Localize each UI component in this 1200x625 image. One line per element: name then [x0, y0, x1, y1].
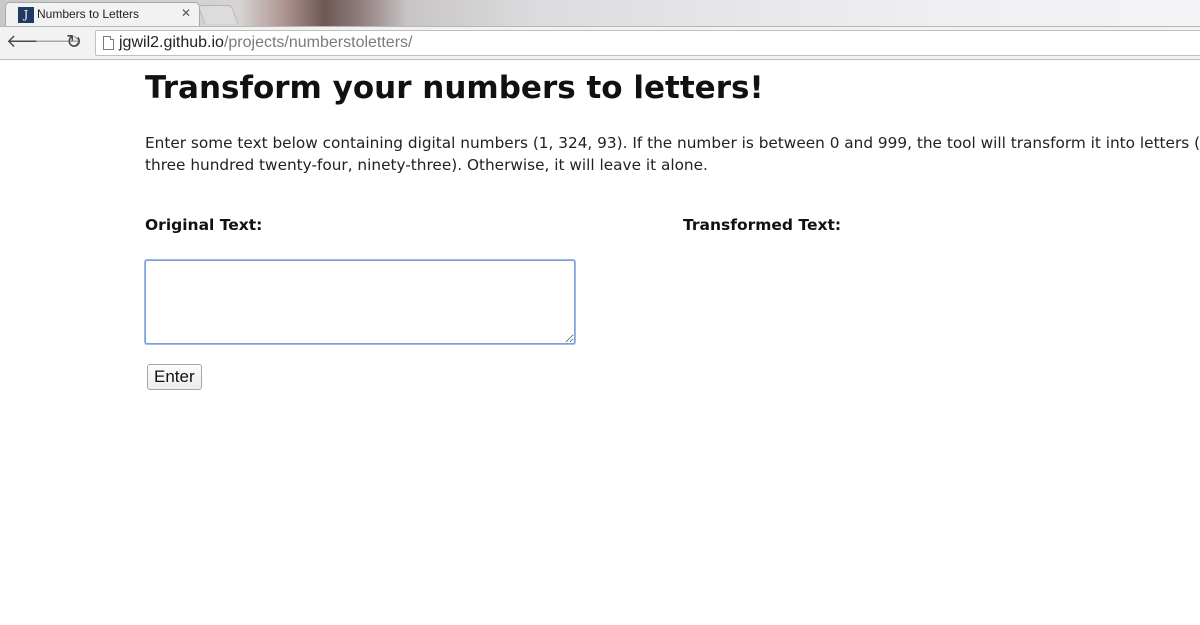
original-text-input[interactable] — [145, 260, 575, 344]
browser-toolbar: 🡐 🡒 ↻ jgwil2.github.io/projects/numberst… — [0, 26, 1200, 60]
page-title: Transform your numbers to letters! — [145, 70, 764, 106]
url-host: jgwil2.github.io — [119, 34, 224, 51]
close-icon[interactable]: ✕ — [181, 6, 191, 20]
enter-button[interactable]: Enter — [147, 364, 202, 390]
transformed-text-label: Transformed Text: — [683, 216, 842, 234]
transformed-text-output — [683, 260, 1163, 344]
page-content: Transform your numbers to letters! Enter… — [0, 60, 1200, 625]
new-tab-button[interactable] — [197, 5, 239, 24]
address-bar[interactable]: jgwil2.github.io/projects/numberstolette… — [95, 30, 1200, 56]
tab-title: Numbers to Letters — [37, 7, 140, 21]
reload-icon[interactable]: ↻ — [63, 30, 85, 54]
url-path: /projects/numberstoletters/ — [223, 34, 413, 51]
back-arrow-icon[interactable]: 🡐 — [6, 30, 54, 54]
intro-text: Enter some text below containing digital… — [145, 134, 1200, 174]
forward-arrow-icon[interactable]: 🡒 — [34, 30, 82, 54]
page-icon — [103, 36, 114, 50]
url-text: jgwil2.github.io/projects/numberstolette… — [119, 34, 412, 52]
site-favicon-icon: J — [18, 7, 34, 23]
original-text-label: Original Text: — [145, 216, 263, 234]
browser-tab[interactable]: J Numbers to Letters ✕ — [5, 2, 200, 26]
browser-tabstrip: J Numbers to Letters ✕ — [0, 0, 1200, 26]
